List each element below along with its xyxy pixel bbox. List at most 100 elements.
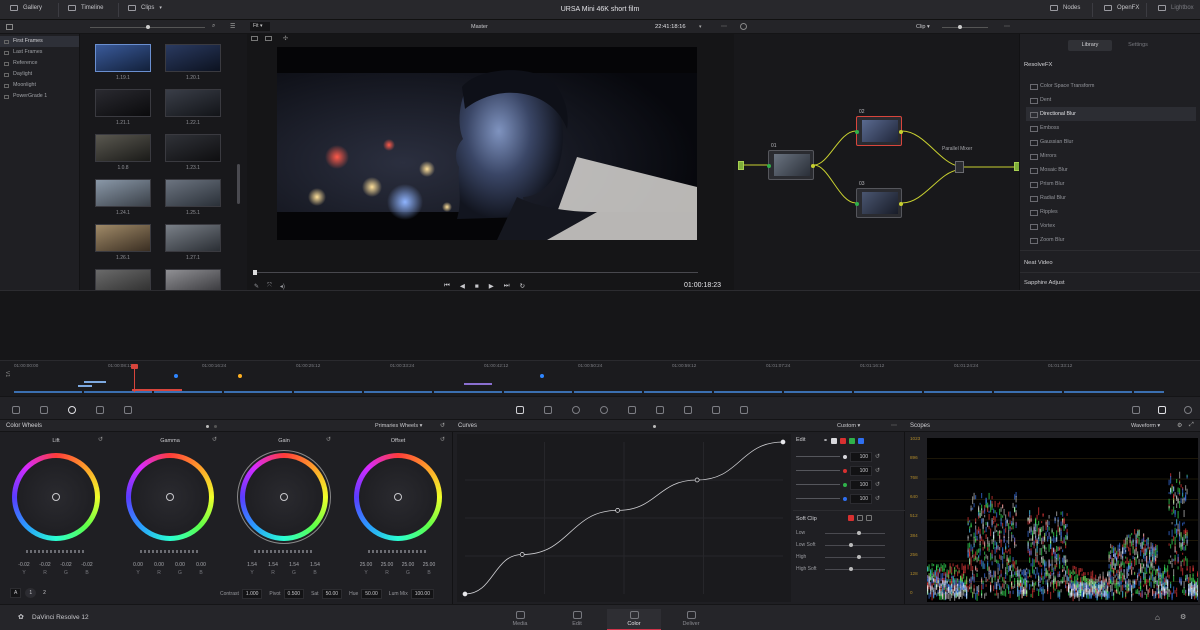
gallery-album[interactable]: Daylight [0, 69, 79, 80]
lum-mix-field[interactable]: 100.00 [410, 589, 434, 599]
wheel-value[interactable]: 25.00 [398, 562, 418, 568]
gallery-album[interactable]: First Frames [0, 36, 79, 47]
offset-master-slider[interactable] [368, 550, 428, 553]
go-to-start-icon[interactable]: ⏮ [444, 282, 450, 290]
camera-raw-icon[interactable] [12, 406, 20, 414]
page-tab-deliver[interactable]: Deliver [664, 609, 718, 630]
softclip-r-toggle[interactable] [848, 515, 854, 521]
gain-wheel[interactable] [237, 450, 331, 544]
brush-icon[interactable]: ✎ [254, 283, 259, 290]
offset-wheel[interactable] [354, 453, 442, 541]
gamma-wheel[interactable] [126, 453, 214, 541]
expand-icon[interactable]: ⤢ [1189, 422, 1194, 429]
more-icon[interactable]: ⋯ [891, 422, 897, 429]
split-icon[interactable] [251, 36, 258, 41]
curve-control-point[interactable] [519, 552, 525, 557]
node-02[interactable]: 02 [855, 109, 903, 146]
gallery-still[interactable] [165, 179, 221, 207]
fx-item[interactable]: Zoom Blur [1026, 233, 1196, 247]
softclip-g-toggle[interactable] [857, 515, 863, 521]
parallel-mixer-node[interactable] [955, 161, 964, 173]
node-03[interactable]: 03 [855, 181, 903, 218]
curve-intensity-field[interactable]: 100 [850, 493, 872, 504]
wheel-value[interactable]: 0.00 [149, 562, 169, 568]
gamma-master-slider[interactable] [140, 550, 200, 553]
info-icon[interactable] [1132, 406, 1140, 414]
curve-control-point[interactable] [780, 439, 786, 445]
channel-b-toggle[interactable] [858, 437, 865, 444]
crosshair-icon[interactable]: ✣ [283, 35, 288, 42]
chevron-down-icon[interactable]: ▾ [699, 24, 702, 30]
wheel-value[interactable]: 0.00 [128, 562, 148, 568]
viewer-mode[interactable]: Master [471, 24, 488, 30]
wheel-value[interactable]: 1.54 [263, 562, 283, 568]
play-icon[interactable]: ▶ [489, 282, 494, 290]
reset-icon[interactable]: ↺ [440, 422, 445, 429]
gallery-album[interactable]: Last Frames [0, 47, 79, 58]
marker[interactable] [540, 374, 544, 378]
gain-master-slider[interactable] [254, 550, 314, 553]
wheel-value[interactable]: -0.02 [56, 562, 76, 568]
wheel-value[interactable]: 1.54 [305, 562, 325, 568]
lift-wheel[interactable] [12, 453, 100, 541]
wheel-center-handle[interactable] [52, 493, 60, 501]
hue-field[interactable]: 50.00 [361, 589, 382, 599]
gallery-still[interactable] [165, 44, 221, 72]
zoom-select[interactable]: Fit ▾ [250, 22, 270, 31]
gallery-still[interactable] [95, 89, 151, 117]
gallery-still[interactable] [95, 44, 151, 72]
wheel-value[interactable]: 0.00 [170, 562, 190, 568]
node-zoom-slider[interactable] [942, 27, 988, 28]
scope-settings-icon[interactable]: ⚙ [1177, 422, 1182, 429]
softclip-slider[interactable] [825, 569, 885, 570]
tracker-icon[interactable] [600, 406, 608, 414]
nodes-button[interactable]: Nodes [1050, 5, 1080, 11]
fx-item[interactable]: Mosaic Blur [1026, 163, 1196, 177]
more-icon[interactable]: ⋯ [1004, 23, 1010, 30]
link-icon[interactable]: ⚭ [823, 437, 828, 444]
gallery-album[interactable]: Reference [0, 58, 79, 69]
fx-item[interactable]: Directional Blur [1026, 107, 1196, 121]
window-icon[interactable] [572, 406, 580, 414]
fx-item[interactable]: Ripples [1026, 205, 1196, 219]
wheel-value[interactable]: 1.54 [284, 562, 304, 568]
lift-master-slider[interactable] [26, 550, 86, 553]
gallery-still[interactable] [95, 179, 151, 207]
scrollbar[interactable] [237, 164, 240, 204]
wheel-value[interactable]: 0.00 [191, 562, 211, 568]
audio-icon[interactable]: ◂) [280, 283, 285, 290]
softclip-slider[interactable] [825, 533, 885, 534]
curve-control-point[interactable] [694, 477, 700, 483]
gallery-album[interactable]: Moonlight [0, 80, 79, 91]
wheel-reset-icon[interactable]: ↺ [440, 436, 445, 443]
scopes-icon[interactable] [1158, 406, 1166, 414]
marker[interactable] [238, 374, 242, 378]
lightbox-button[interactable]: Lightbox [1158, 5, 1194, 11]
viewer-scrubber[interactable] [253, 272, 698, 273]
reset-icon[interactable]: ↺ [875, 481, 880, 488]
home-icon[interactable]: ⌂ [1155, 613, 1160, 622]
fx-item[interactable]: Prism Blur [1026, 177, 1196, 191]
more-icon[interactable]: ⋯ [721, 23, 727, 30]
color-match-icon[interactable] [40, 406, 48, 414]
pivot-field[interactable]: 0.500 [283, 589, 305, 599]
reset-icon[interactable]: ↺ [875, 453, 880, 460]
softclip-slider[interactable] [825, 557, 885, 558]
channel-r-toggle[interactable] [840, 437, 847, 444]
fx-section-sapphire[interactable]: Sapphire Adjust [1024, 280, 1065, 286]
marker[interactable] [174, 374, 178, 378]
contrast-field[interactable]: 1.000 [241, 589, 263, 599]
fx-item[interactable]: Dent [1026, 93, 1196, 107]
softclip-b-toggle[interactable] [866, 515, 872, 521]
fx-item[interactable]: Gaussian Blur [1026, 135, 1196, 149]
step-back-icon[interactable]: ◀ [460, 282, 465, 290]
fx-item[interactable]: Mirrors [1026, 149, 1196, 163]
wheel-center-handle[interactable] [394, 493, 402, 501]
3d-icon[interactable] [712, 406, 720, 414]
gallery-still[interactable] [165, 89, 221, 117]
wheel-value[interactable]: 25.00 [419, 562, 439, 568]
curve-control-point[interactable] [462, 591, 468, 597]
softclip-slider[interactable] [825, 545, 885, 546]
qualifier-icon[interactable] [544, 406, 552, 414]
options-icon[interactable]: ☰ [230, 23, 235, 30]
